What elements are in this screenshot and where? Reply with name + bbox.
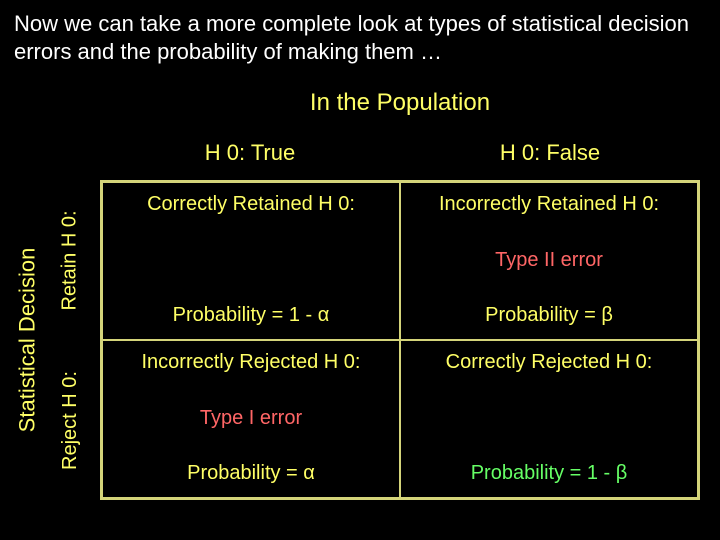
decision-matrix: Correctly Retained H 0: Probability = 1 … (100, 180, 700, 500)
cell-title: Correctly Retained H 0: (147, 193, 355, 216)
cell-title: Correctly Rejected H 0: (446, 351, 653, 374)
row-label-reject-text: Reject H 0: (59, 371, 82, 470)
cell-reject-true: Incorrectly Rejected H 0: Type I error P… (102, 340, 400, 498)
cell-probability: Probability = α (187, 462, 315, 485)
decision-matrix-area: Statistical Decision Retain H 0: Reject … (10, 140, 710, 520)
cell-title: Incorrectly Rejected H 0: (142, 351, 361, 374)
row-label-retain-text: Retain H 0: (59, 210, 82, 310)
cell-title: Incorrectly Retained H 0: (439, 193, 659, 216)
cell-probability: Probability = 1 - β (471, 462, 628, 485)
column-headings: H 0: True H 0: False (100, 140, 700, 176)
row-label-reject: Reject H 0: (50, 340, 90, 500)
cell-probability: Probability = β (485, 304, 613, 327)
cell-probability: Probability = 1 - α (173, 304, 330, 327)
col-head-false: H 0: False (400, 140, 700, 176)
cell-error-type: Type I error (200, 407, 302, 430)
row-inner-labels: Retain H 0: Reject H 0: (50, 180, 90, 500)
row-axis-text: Statistical Decision (14, 248, 40, 433)
slide: Now we can take a more complete look at … (0, 0, 720, 540)
cell-retain-false: Incorrectly Retained H 0: Type II error … (400, 182, 698, 340)
row-label-retain: Retain H 0: (50, 180, 90, 340)
cell-reject-false: Correctly Rejected H 0: Probability = 1 … (400, 340, 698, 498)
intro-text: Now we can take a more complete look at … (0, 0, 720, 71)
col-head-true: H 0: True (100, 140, 400, 176)
population-heading: In the Population (0, 89, 720, 117)
row-axis-label: Statistical Decision (10, 180, 44, 500)
cell-retain-true: Correctly Retained H 0: Probability = 1 … (102, 182, 400, 340)
cell-error-type: Type II error (495, 249, 603, 272)
